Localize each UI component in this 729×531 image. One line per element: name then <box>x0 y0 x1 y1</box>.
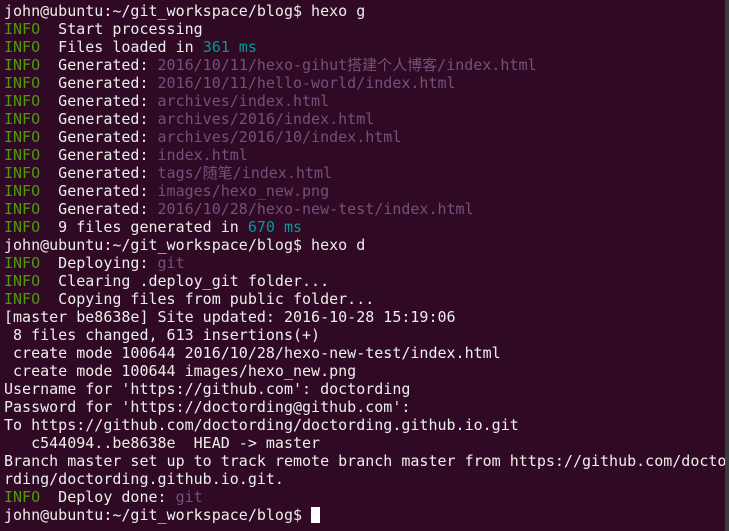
log-text: Clearing .deploy_git folder... <box>40 272 330 290</box>
output-line: create mode 100644 images/hexo_new.png <box>4 362 357 380</box>
log-text: Generated: <box>40 200 158 218</box>
log-text: Deploying: <box>40 254 158 272</box>
log-line: INFO Clearing .deploy_git folder... <box>4 272 725 290</box>
log-line: INFO Generated: archives/2016/index.html <box>4 110 725 128</box>
prompt: john@ubuntu:~/git_workspace/blog$ <box>4 2 312 20</box>
log-text: Generated: <box>40 74 158 92</box>
prompt: john@ubuntu:~/git_workspace/blog$ <box>4 236 312 254</box>
output-line: Branch master set up to track remote bra… <box>4 452 725 470</box>
generated-path: tags/随笔/index.html <box>157 164 333 182</box>
info-tag: INFO <box>4 254 41 272</box>
info-tag: INFO <box>4 200 41 218</box>
output-line: create mode 100644 2016/10/28/hexo-new-t… <box>4 344 501 362</box>
deploy-type: git <box>175 488 203 506</box>
generated-path: 2016/10/11/hexo-gihut搭建个人博客/index.html <box>157 56 537 74</box>
info-tag: INFO <box>4 92 41 110</box>
output-line: [master be8638e] Site updated: 2016-10-2… <box>4 308 456 326</box>
log-text: Generated: <box>40 56 158 74</box>
log-text: Generated: <box>40 110 158 128</box>
output-line: 8 files changed, 613 insertions(+) <box>4 326 321 344</box>
log-text: Deploy done: <box>40 488 176 506</box>
log-line: INFO Deploying: git <box>4 254 725 272</box>
info-tag: INFO <box>4 272 41 290</box>
info-tag: INFO <box>4 128 41 146</box>
generated-path: archives/index.html <box>157 92 330 110</box>
log-text: Copying files from public folder... <box>40 290 375 308</box>
log-text: Generated: <box>40 92 158 110</box>
log-line: INFO Generated: 2016/10/11/hello-world/i… <box>4 74 725 92</box>
info-tag: INFO <box>4 290 41 308</box>
info-tag: INFO <box>4 218 41 236</box>
log-line: INFO Generated: archives/2016/10/index.h… <box>4 128 725 146</box>
command-text: hexo g <box>311 2 366 20</box>
duration-value: 670 ms <box>247 218 303 236</box>
info-tag: INFO <box>4 488 41 506</box>
generated-path: 2016/10/28/hexo-new-test/index.html <box>157 200 474 218</box>
command-text: hexo d <box>311 236 366 254</box>
log-line: INFO Generated: 2016/10/11/hexo-gihut搭建个… <box>4 56 725 74</box>
log-text: Generated: <box>40 182 158 200</box>
log-text: Start processing <box>40 20 203 38</box>
prompt-line: john@ubuntu:~/git_workspace/blog$ hexo d <box>4 236 725 254</box>
info-tag: INFO <box>4 74 41 92</box>
log-line: INFO 9 files generated in 670 ms <box>4 218 725 236</box>
output-line: Username for 'https://github.com': docto… <box>4 380 411 398</box>
prompt-line[interactable]: john@ubuntu:~/git_workspace/blog$ <box>4 506 725 524</box>
output-line: To https://github.com/doctording/doctord… <box>4 416 519 434</box>
log-line: INFO Start processing <box>4 20 725 38</box>
generated-path: archives/2016/index.html <box>157 110 375 128</box>
info-tag: INFO <box>4 146 41 164</box>
output-line: rding/doctording.github.io.git. <box>4 470 284 488</box>
log-line: INFO Generated: index.html <box>4 146 725 164</box>
info-tag: INFO <box>4 38 41 56</box>
log-text: Files loaded in <box>40 38 203 56</box>
info-tag: INFO <box>4 164 41 182</box>
log-text: Generated: <box>40 146 158 164</box>
log-line: INFO Copying files from public folder... <box>4 290 725 308</box>
generated-path: archives/2016/10/index.html <box>157 128 402 146</box>
info-tag: INFO <box>4 110 41 128</box>
log-line: INFO Deploy done: git <box>4 488 725 506</box>
log-line: INFO Files loaded in 361 ms <box>4 38 725 56</box>
text-cursor <box>311 507 321 523</box>
log-text: Generated: <box>40 164 158 182</box>
generated-path: images/hexo_new.png <box>157 182 330 200</box>
log-text: 9 files generated in <box>40 218 248 236</box>
generated-path: 2016/10/11/hello-world/index.html <box>157 74 456 92</box>
generated-path: index.html <box>157 146 248 164</box>
info-tag: INFO <box>4 56 41 74</box>
log-line: INFO Generated: tags/随笔/index.html <box>4 164 725 182</box>
output-line: c544094..be8638e HEAD -> master <box>4 434 321 452</box>
log-text: Generated: <box>40 128 158 146</box>
deploy-type: git <box>157 254 185 272</box>
window-edge <box>725 0 729 531</box>
prompt-line: john@ubuntu:~/git_workspace/blog$ hexo g <box>4 2 725 20</box>
log-line: INFO Generated: images/hexo_new.png <box>4 182 725 200</box>
log-line: INFO Generated: archives/index.html <box>4 92 725 110</box>
terminal-window[interactable]: john@ubuntu:~/git_workspace/blog$ hexo g… <box>0 0 725 531</box>
info-tag: INFO <box>4 20 41 38</box>
output-line: Password for 'https://doctording@github.… <box>4 398 411 416</box>
info-tag: INFO <box>4 182 41 200</box>
duration-value: 361 ms <box>202 38 257 56</box>
prompt: john@ubuntu:~/git_workspace/blog$ <box>4 506 312 524</box>
log-line: INFO Generated: 2016/10/28/hexo-new-test… <box>4 200 725 218</box>
